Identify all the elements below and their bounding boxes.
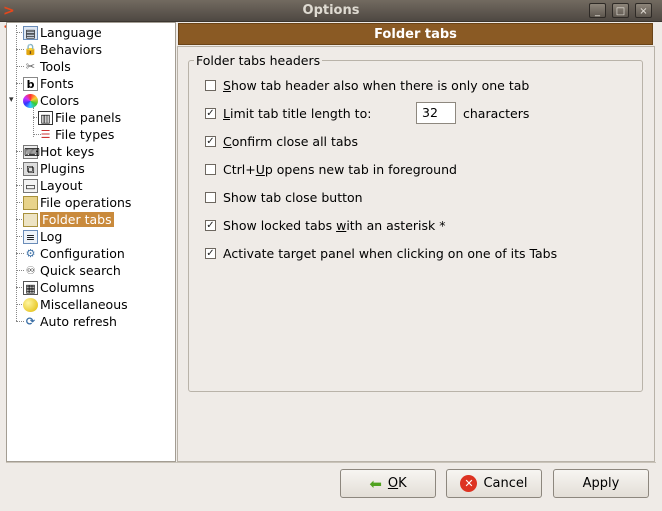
miscellaneous-icon (23, 297, 38, 312)
ok-button[interactable]: ⬅ OK (340, 469, 436, 498)
option-show-tab-close-button[interactable]: Show tab close button (205, 190, 363, 205)
tree-item-folder-tabs[interactable]: Folder tabs (23, 211, 114, 228)
tree-item-fonts[interactable]: b Fonts (23, 75, 74, 92)
option-ctrl-up-new-tab[interactable]: Ctrl+Up opens new tab in foreground (205, 162, 457, 177)
tree-item-label: Miscellaneous (40, 297, 128, 312)
font-icon: b (23, 76, 38, 91)
option-label: Activate target panel when clicking on o… (223, 246, 558, 261)
title-bar: >< Options _ □ × (0, 0, 662, 35)
language-icon: ▤ (23, 25, 38, 40)
footer-separator (6, 462, 656, 463)
checkbox[interactable]: ✓ (205, 248, 216, 259)
tree-item-label: Plugins (40, 161, 85, 176)
cancel-label: Cancel (483, 476, 528, 491)
tree-item-label: Behaviors (40, 42, 103, 57)
log-icon: ≡ (23, 229, 38, 244)
tree-item-plugins[interactable]: ⧉ Plugins (23, 160, 85, 177)
plugin-icon: ⧉ (23, 161, 38, 176)
tree-item-file-types[interactable]: ☰ File types (38, 126, 115, 143)
option-label: Show tab header also when there is only … (223, 78, 530, 93)
apply-button[interactable]: Apply (553, 469, 649, 498)
option-confirm-close-all[interactable]: ✓ Confirm close all tabs (205, 134, 358, 149)
folder-tabs-headers-group: Folder tabs headers Show tab header also… (188, 53, 643, 392)
ok-label: OK (387, 476, 407, 491)
tree-item-behaviors[interactable]: 🔒 Behaviors (23, 41, 102, 58)
option-limit-title-length[interactable]: ✓ Limit tab title length to: (205, 106, 371, 121)
panel-header: Folder tabs (178, 23, 653, 45)
tree-item-quick-search[interactable]: ♾ Quick search (23, 262, 121, 279)
cancel-button[interactable]: ✕ Cancel (446, 469, 542, 498)
tree-item-label: Colors (40, 93, 80, 108)
option-label: Limit tab title length to: (223, 106, 372, 121)
tree-item-label: Language (40, 25, 102, 40)
window-title: Options (302, 3, 360, 18)
tools-icon: ✂ (25, 59, 36, 73)
tree-item-label: Layout (40, 178, 83, 193)
tree-item-tools[interactable]: ✂ Tools (23, 58, 71, 75)
maximize-button[interactable]: □ (612, 3, 629, 18)
folder-tabs-icon (23, 212, 38, 227)
file-panels-icon: ▥ (38, 110, 53, 125)
checkbox[interactable] (205, 80, 216, 91)
title-length-input[interactable]: 32 (416, 102, 456, 124)
apply-label: Apply (582, 476, 620, 491)
minimize-button[interactable]: _ (589, 3, 606, 18)
refresh-icon: ⟳ (25, 314, 36, 328)
settings-content: Folder tabs headers Show tab header also… (177, 46, 655, 462)
option-locked-tabs-asterisk[interactable]: ✓ Show locked tabs with an asterisk * (205, 218, 446, 233)
tree-item-configuration[interactable]: ⚙ Configuration (23, 245, 125, 262)
lock-icon: 🔒 (23, 42, 38, 56)
characters-label: characters (463, 106, 530, 121)
tree-item-file-operations[interactable]: File operations (23, 194, 131, 211)
close-window-button[interactable]: × (635, 3, 652, 18)
checkbox[interactable] (205, 164, 216, 175)
cancel-icon: ✕ (460, 475, 478, 492)
tree-item-label: Hot keys (40, 144, 95, 159)
file-types-icon: ☰ (40, 127, 51, 141)
tree-item-colors[interactable]: Colors (23, 92, 79, 109)
collapse-colors-icon[interactable]: ▾ (9, 96, 17, 105)
tree-item-label: Configuration (40, 246, 125, 261)
tree-item-label: Quick search (40, 263, 121, 278)
tree-item-label: Log (40, 229, 63, 244)
option-show-tab-header[interactable]: Show tab header also when there is only … (205, 78, 529, 93)
configuration-icon: ⚙ (25, 246, 36, 260)
tree-item-label: Columns (40, 280, 95, 295)
tree-item-auto-refresh[interactable]: ⟳ Auto refresh (23, 313, 117, 330)
binoculars-icon: ♾ (25, 263, 36, 277)
option-label: Ctrl+Up opens new tab in foreground (223, 162, 457, 177)
group-title: Folder tabs headers (194, 53, 323, 68)
tree-guide (33, 107, 34, 137)
checkbox[interactable]: ✓ (205, 108, 216, 119)
tree-item-hot-keys[interactable]: ⌨ Hot keys (23, 143, 94, 160)
checkbox[interactable] (205, 192, 216, 203)
file-operations-icon (23, 195, 38, 210)
tree-item-label: File types (55, 127, 115, 142)
option-label: Confirm close all tabs (223, 134, 359, 149)
tree-item-miscellaneous[interactable]: Miscellaneous (23, 296, 128, 313)
tree-item-label: Folder tabs (40, 212, 114, 227)
tree-item-label: File operations (40, 195, 132, 210)
color-wheel-icon (23, 93, 38, 108)
option-label: Show locked tabs with an asterisk * (223, 218, 446, 233)
tree-item-language[interactable]: ▤ Language (23, 24, 102, 41)
tree-item-file-panels[interactable]: ▥ File panels (38, 109, 121, 126)
options-tree[interactable]: ▾ ▤ Language 🔒 Behaviors ✂ Tools b Fonts… (6, 22, 176, 462)
check-arrow-icon: ⬅ (369, 474, 382, 493)
tree-item-label: Auto refresh (40, 314, 117, 329)
option-activate-target-panel[interactable]: ✓ Activate target panel when clicking on… (205, 246, 557, 261)
keyboard-icon: ⌨ (23, 144, 40, 159)
checkbox[interactable]: ✓ (205, 136, 216, 147)
tree-item-layout[interactable]: ▭ Layout (23, 177, 83, 194)
layout-icon: ▭ (23, 178, 38, 193)
tree-item-label: Tools (40, 59, 71, 74)
tree-item-label: File panels (55, 110, 122, 125)
checkbox[interactable]: ✓ (205, 220, 216, 231)
tree-item-log[interactable]: ≡ Log (23, 228, 62, 245)
columns-icon: ▦ (23, 280, 38, 295)
option-label: Show tab close button (223, 190, 363, 205)
tree-guide (16, 25, 17, 321)
tree-item-label: Fonts (40, 76, 74, 91)
tree-item-columns[interactable]: ▦ Columns (23, 279, 94, 296)
